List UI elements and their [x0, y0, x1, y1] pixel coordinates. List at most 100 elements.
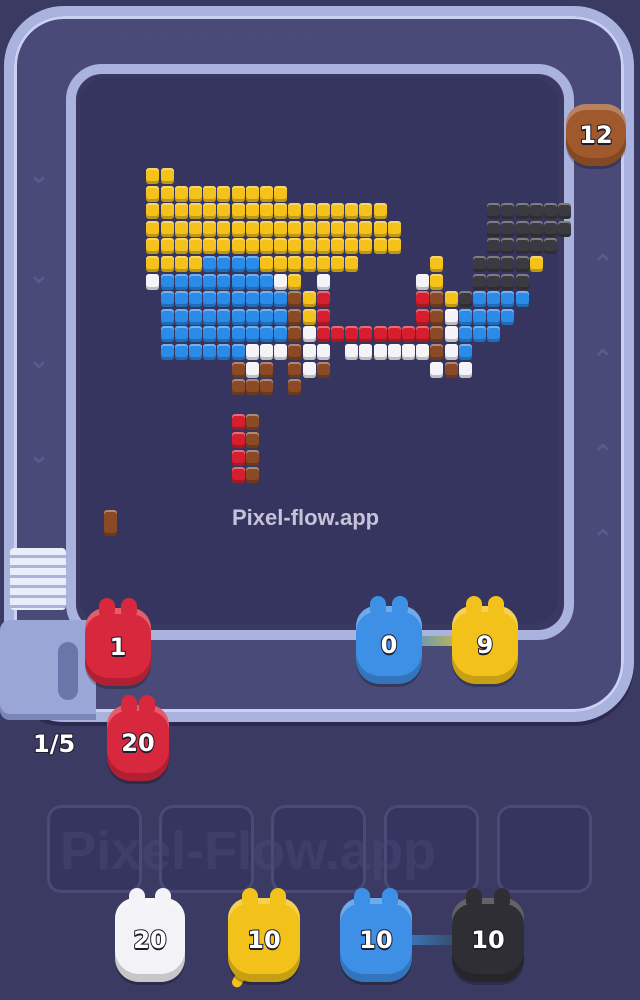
- pixel-block: [373, 326, 387, 343]
- pixel-block: [203, 203, 217, 220]
- pixel-block: [260, 203, 273, 220]
- pixel-block: [260, 238, 273, 255]
- pixel-block: [515, 203, 529, 220]
- pixel-block: [316, 220, 330, 237]
- shooter-ear: [466, 596, 482, 614]
- pixel-block: [160, 291, 174, 308]
- shooter-ear: [121, 695, 137, 713]
- pixel-block: [104, 510, 117, 536]
- pixel-block: [331, 220, 344, 237]
- shooter-ear: [270, 888, 286, 906]
- pixel-block: [189, 291, 202, 308]
- shooter-ear: [99, 598, 115, 616]
- pixel-block: [302, 308, 316, 325]
- shooter-ear: [155, 888, 171, 906]
- pixel-block: [345, 238, 359, 255]
- pixel-block: [288, 256, 302, 272]
- pixel-block: [146, 256, 160, 272]
- pixel-block: [458, 326, 472, 343]
- pixel-block: [260, 379, 273, 396]
- pixel-block: [387, 238, 401, 255]
- pixel-block: [231, 432, 245, 448]
- pixel-block: [416, 326, 430, 343]
- queue-counter: 1/5: [32, 729, 76, 759]
- pixel-block: [316, 256, 330, 272]
- pixel-block: [501, 220, 515, 237]
- bottom-shooter-white[interactable]: 20: [115, 888, 185, 982]
- pixel-block: [231, 467, 245, 484]
- pixel-block: [245, 291, 259, 308]
- pixel-block: [160, 238, 174, 255]
- pixel-block: [174, 326, 188, 343]
- pixel-block: [473, 291, 486, 308]
- pixel-block: [288, 220, 302, 237]
- pixel-block: [345, 203, 359, 220]
- bottom-shooter-blue[interactable]: 10: [340, 888, 412, 982]
- pixel-block: [174, 238, 188, 255]
- pixel-block: [260, 273, 273, 290]
- shooter-count: 12: [578, 120, 613, 150]
- pixel-block: [231, 238, 245, 255]
- holding-slot[interactable]: [497, 805, 592, 893]
- pixel-block: [245, 308, 259, 325]
- pixel-block: [274, 273, 288, 290]
- shooter-ear: [242, 888, 258, 906]
- shooter-count: 10: [470, 925, 505, 955]
- pixel-block: [174, 256, 188, 272]
- bottom-shooter-yellow[interactable]: 10: [228, 888, 300, 982]
- pixel-block: [174, 273, 188, 290]
- pixel-block: [501, 238, 515, 255]
- pixel-block: [217, 326, 231, 343]
- pixel-block: [160, 344, 174, 360]
- pixel-block: [288, 273, 302, 290]
- shooter-ear: [139, 695, 155, 713]
- pixel-block: [288, 326, 302, 343]
- pixel-block: [331, 256, 344, 272]
- pixel-block: [189, 344, 202, 360]
- shooter-yellow[interactable]: 9: [452, 596, 518, 684]
- pixel-block: [245, 326, 259, 343]
- shooter-ear: [392, 596, 408, 614]
- pixel-block: [274, 185, 288, 202]
- pixel-block: [217, 291, 231, 308]
- pixel-block: [501, 308, 515, 325]
- pixel-block: [430, 326, 444, 343]
- shooter-count: 20: [132, 925, 167, 955]
- pixel-block: [487, 273, 501, 290]
- pixel-block: [245, 273, 259, 290]
- queued-shooter-red[interactable]: 20: [107, 695, 169, 781]
- pixel-block: [430, 344, 444, 360]
- pixel-block: [302, 291, 316, 308]
- pixel-block: [260, 185, 273, 202]
- pixel-block: [458, 291, 472, 308]
- pixel-block: [444, 326, 458, 343]
- pixel-block: [331, 238, 344, 255]
- pixel-block: [174, 220, 188, 237]
- bottom-shooter-black[interactable]: 10: [452, 888, 524, 982]
- shooter-brown[interactable]: 12: [566, 104, 626, 166]
- pixel-block: [245, 449, 259, 466]
- pixel-block: [316, 273, 330, 290]
- pixel-block: [174, 291, 188, 308]
- pixel-block: [373, 238, 387, 255]
- pixel-block: [174, 185, 188, 202]
- pixel-block: [288, 203, 302, 220]
- shooter-ear: [129, 888, 145, 906]
- pixel-block: [260, 344, 273, 360]
- pixel-block: [316, 238, 330, 255]
- pixel-block: [416, 344, 430, 360]
- pixel-block: [174, 308, 188, 325]
- shooter-blue[interactable]: 0: [356, 596, 422, 684]
- pixel-block: [473, 326, 486, 343]
- pixel-block: [231, 308, 245, 325]
- pixel-block: [260, 256, 273, 272]
- pixel-block: [473, 273, 486, 290]
- pixel-block: [146, 238, 160, 255]
- pixel-block: [260, 326, 273, 343]
- pixel-block: [487, 291, 501, 308]
- pixel-block: [487, 238, 501, 255]
- pixel-block: [231, 449, 245, 466]
- pixel-block: [288, 344, 302, 360]
- shooter-red-active[interactable]: 1: [85, 598, 151, 686]
- pixel-block: [302, 238, 316, 255]
